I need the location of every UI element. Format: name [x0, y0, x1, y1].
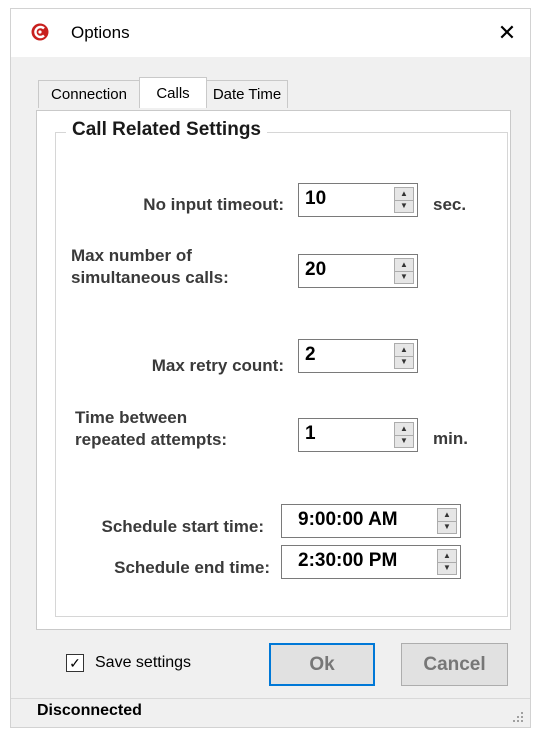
time-between-label: Time between repeated attempts:: [75, 407, 227, 451]
cancel-button[interactable]: Cancel: [401, 643, 508, 686]
no-input-timeout-label: No input timeout:: [143, 194, 284, 216]
time-between-unit: min.: [433, 429, 468, 448]
time-between-value[interactable]: 1: [305, 423, 316, 445]
tab-date-time-label: Date Time: [212, 86, 282, 103]
window-title: Options: [71, 23, 130, 42]
spin-down-icon[interactable]: ▼: [395, 356, 413, 368]
cancel-button-label: Cancel: [423, 653, 486, 675]
spin-down-icon[interactable]: ▼: [438, 521, 456, 533]
max-retry-label-text: Max retry count:: [151, 356, 284, 375]
schedule-start-spin-buttons[interactable]: ▲ ▼: [437, 508, 457, 534]
schedule-end-value[interactable]: 2:30:00 PM: [298, 550, 397, 572]
max-calls-spinner[interactable]: 20 ▲ ▼: [298, 254, 418, 288]
calls-tab-panel: Call Related Settings No input timeout: …: [36, 110, 511, 630]
spin-down-icon[interactable]: ▼: [395, 271, 413, 283]
no-input-timeout-value[interactable]: 10: [305, 188, 326, 210]
schedule-start-label-text: Schedule start time:: [101, 517, 265, 536]
ok-button[interactable]: Ok: [269, 643, 375, 686]
status-bar: Disconnected: [11, 698, 530, 727]
spin-down-icon[interactable]: ▼: [395, 200, 413, 212]
connection-status: Disconnected: [37, 702, 142, 719]
schedule-end-picker[interactable]: 2:30:00 PM ▲ ▼: [281, 545, 461, 579]
tab-date-time[interactable]: Date Time: [206, 80, 288, 108]
spin-down-icon[interactable]: ▼: [395, 435, 413, 447]
no-input-timeout-unit: sec.: [433, 195, 467, 214]
resize-grip-icon[interactable]: [512, 711, 524, 723]
time-between-label-line1: Time between: [75, 408, 188, 427]
checkmark-icon[interactable]: ✓: [69, 656, 81, 670]
max-calls-label-line1: Max number of: [71, 246, 192, 265]
schedule-start-picker[interactable]: 9:00:00 AM ▲ ▼: [281, 504, 461, 538]
tab-connection-label: Connection: [51, 86, 127, 103]
spin-down-icon[interactable]: ▼: [438, 562, 456, 574]
max-calls-value[interactable]: 20: [305, 259, 326, 281]
no-input-timeout-spin-buttons[interactable]: ▲ ▼: [394, 187, 414, 213]
schedule-end-spin-buttons[interactable]: ▲ ▼: [437, 549, 457, 575]
max-calls-label-line2: simultaneous calls:: [71, 268, 229, 287]
max-retry-spinner[interactable]: 2 ▲ ▼: [298, 339, 418, 373]
call-settings-group: Call Related Settings No input timeout: …: [55, 119, 508, 617]
schedule-end-label: Schedule end time:: [114, 557, 270, 579]
group-title: Call Related Settings: [66, 119, 267, 141]
tab-connection[interactable]: Connection: [38, 80, 140, 108]
max-retry-label: Max retry count:: [152, 355, 284, 377]
ok-button-label: Ok: [309, 653, 335, 675]
max-calls-label: Max number of simultaneous calls:: [71, 245, 229, 289]
save-settings-checkbox[interactable]: ✓: [66, 654, 84, 672]
time-between-spin-buttons[interactable]: ▲ ▼: [394, 422, 414, 448]
close-icon[interactable]: ✕: [498, 20, 516, 46]
no-input-timeout-spinner[interactable]: 10 ▲ ▼: [298, 183, 418, 217]
max-calls-spin-buttons[interactable]: ▲ ▼: [394, 258, 414, 284]
save-settings-label[interactable]: Save settings: [95, 654, 191, 672]
app-logo-icon: [31, 23, 49, 41]
tab-calls-label: Calls: [156, 84, 190, 102]
max-retry-value[interactable]: 2: [305, 344, 316, 366]
no-input-timeout-label-text: No input timeout:: [143, 195, 284, 214]
time-between-spinner[interactable]: 1 ▲ ▼: [298, 418, 418, 452]
schedule-start-value[interactable]: 9:00:00 AM: [298, 509, 398, 531]
options-dialog: Options ✕ Connection Calls Date Time Cal…: [10, 8, 531, 728]
tab-calls[interactable]: Calls: [139, 77, 207, 108]
schedule-start-label: Schedule start time:: [102, 516, 265, 538]
max-retry-spin-buttons[interactable]: ▲ ▼: [394, 343, 414, 369]
title-bar[interactable]: Options ✕: [11, 9, 530, 57]
close-button[interactable]: ✕: [484, 9, 530, 57]
schedule-end-label-text: Schedule end time:: [114, 558, 270, 577]
time-between-label-line2: repeated attempts:: [75, 430, 228, 449]
